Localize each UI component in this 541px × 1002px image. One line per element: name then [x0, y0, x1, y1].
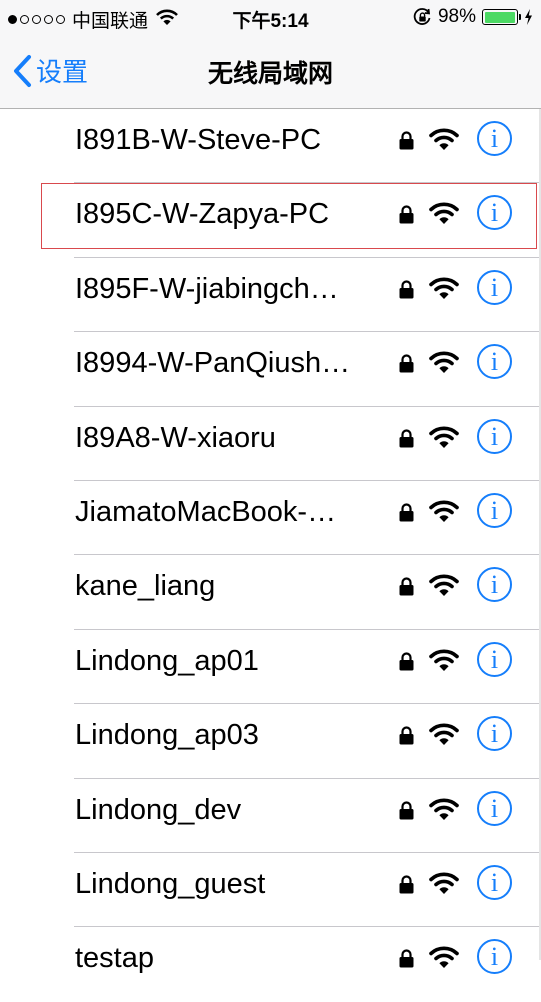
wifi-signal-icon	[429, 722, 459, 751]
network-row[interactable]: I895F-W-jiabingch… i	[0, 258, 541, 333]
info-icon[interactable]: i	[477, 790, 512, 826]
info-icon[interactable]: i	[477, 864, 512, 900]
network-ssid: Lindong_guest	[75, 867, 266, 900]
network-row[interactable]: JiamatoMacBook-… i	[0, 481, 541, 556]
network-ssid: Lindong_ap01	[75, 644, 259, 677]
info-icon[interactable]: i	[477, 641, 512, 677]
network-row[interactable]: Lindong_ap01 i	[0, 630, 541, 705]
network-ssid: kane_liang	[75, 570, 216, 603]
wifi-signal-icon	[429, 127, 459, 156]
info-icon[interactable]: i	[477, 939, 512, 975]
network-row[interactable]: kane_liang i	[0, 555, 541, 631]
lock-icon	[399, 875, 414, 899]
lock-icon	[399, 280, 414, 304]
network-row[interactable]: Lindong_guest i	[0, 853, 541, 928]
info-icon[interactable]: i	[477, 418, 512, 454]
network-row[interactable]: Lindong_ap03 i	[0, 704, 541, 779]
wifi-signal-icon	[429, 425, 459, 454]
lock-icon	[399, 205, 414, 229]
network-row[interactable]: testap i	[0, 927, 541, 1001]
network-row[interactable]: I8994-W-PanQiush… i	[0, 332, 541, 407]
status-bar: 中国联通 下午5:14 98%	[0, 0, 541, 36]
network-ssid: testap	[75, 942, 154, 975]
lock-icon	[399, 428, 414, 453]
info-icon[interactable]: i	[477, 567, 512, 603]
network-ssid: Lindong_dev	[75, 793, 242, 826]
wifi-signal-icon	[429, 797, 459, 826]
network-ssid: I895F-W-jiabingch…	[75, 272, 339, 305]
info-icon[interactable]: i	[477, 121, 512, 156]
info-icon[interactable]: i	[477, 716, 512, 752]
wifi-signal-icon	[429, 573, 459, 602]
battery-status: 98%	[413, 6, 533, 28]
wifi-signal-icon	[429, 499, 459, 528]
info-icon[interactable]: i	[477, 492, 512, 528]
info-icon[interactable]: i	[477, 344, 512, 380]
navigation-bar: 设置 无线局域网	[0, 36, 541, 109]
network-row[interactable]: I895C-W-Zapya-PC i	[0, 183, 541, 259]
lock-icon	[399, 131, 414, 155]
network-ssid: I891B-W-Steve-PC	[75, 124, 322, 156]
info-icon[interactable]: i	[477, 269, 512, 305]
network-row[interactable]: I891B-W-Steve-PC i	[0, 109, 541, 184]
wifi-signal-icon	[429, 871, 459, 900]
network-list: I891B-W-Steve-PC i I895C-W-Zapya-PC i I895F-…	[0, 109, 541, 1002]
rotation-lock-icon	[413, 7, 431, 25]
lock-icon	[399, 726, 414, 750]
lock-icon	[399, 354, 414, 378]
charging-bolt-icon	[525, 9, 532, 25]
lock-icon	[399, 577, 414, 601]
wifi-signal-icon	[429, 350, 459, 379]
page-title: 无线局域网	[207, 60, 333, 88]
wifi-signal-icon	[429, 648, 459, 677]
network-ssid: Lindong_ap03	[75, 719, 259, 752]
lock-icon	[399, 652, 414, 676]
wifi-signal-icon	[429, 201, 459, 230]
network-ssid: I895C-W-Zapya-PC	[75, 198, 330, 231]
wifi-signal-icon	[429, 276, 459, 305]
network-row[interactable]: Lindong_dev i	[0, 779, 541, 854]
lock-icon	[399, 503, 414, 527]
network-ssid: I89A8-W-xiaoru	[75, 421, 276, 454]
network-ssid: I8994-W-PanQiush…	[75, 347, 351, 380]
lock-icon	[399, 949, 414, 973]
network-ssid: JiamatoMacBook-…	[75, 495, 337, 528]
network-row[interactable]: I89A8-W-xiaoru i	[0, 407, 541, 482]
battery-icon	[482, 9, 521, 25]
lock-icon	[399, 800, 414, 825]
info-icon[interactable]: i	[477, 195, 512, 231]
battery-percent: 98%	[437, 6, 476, 27]
